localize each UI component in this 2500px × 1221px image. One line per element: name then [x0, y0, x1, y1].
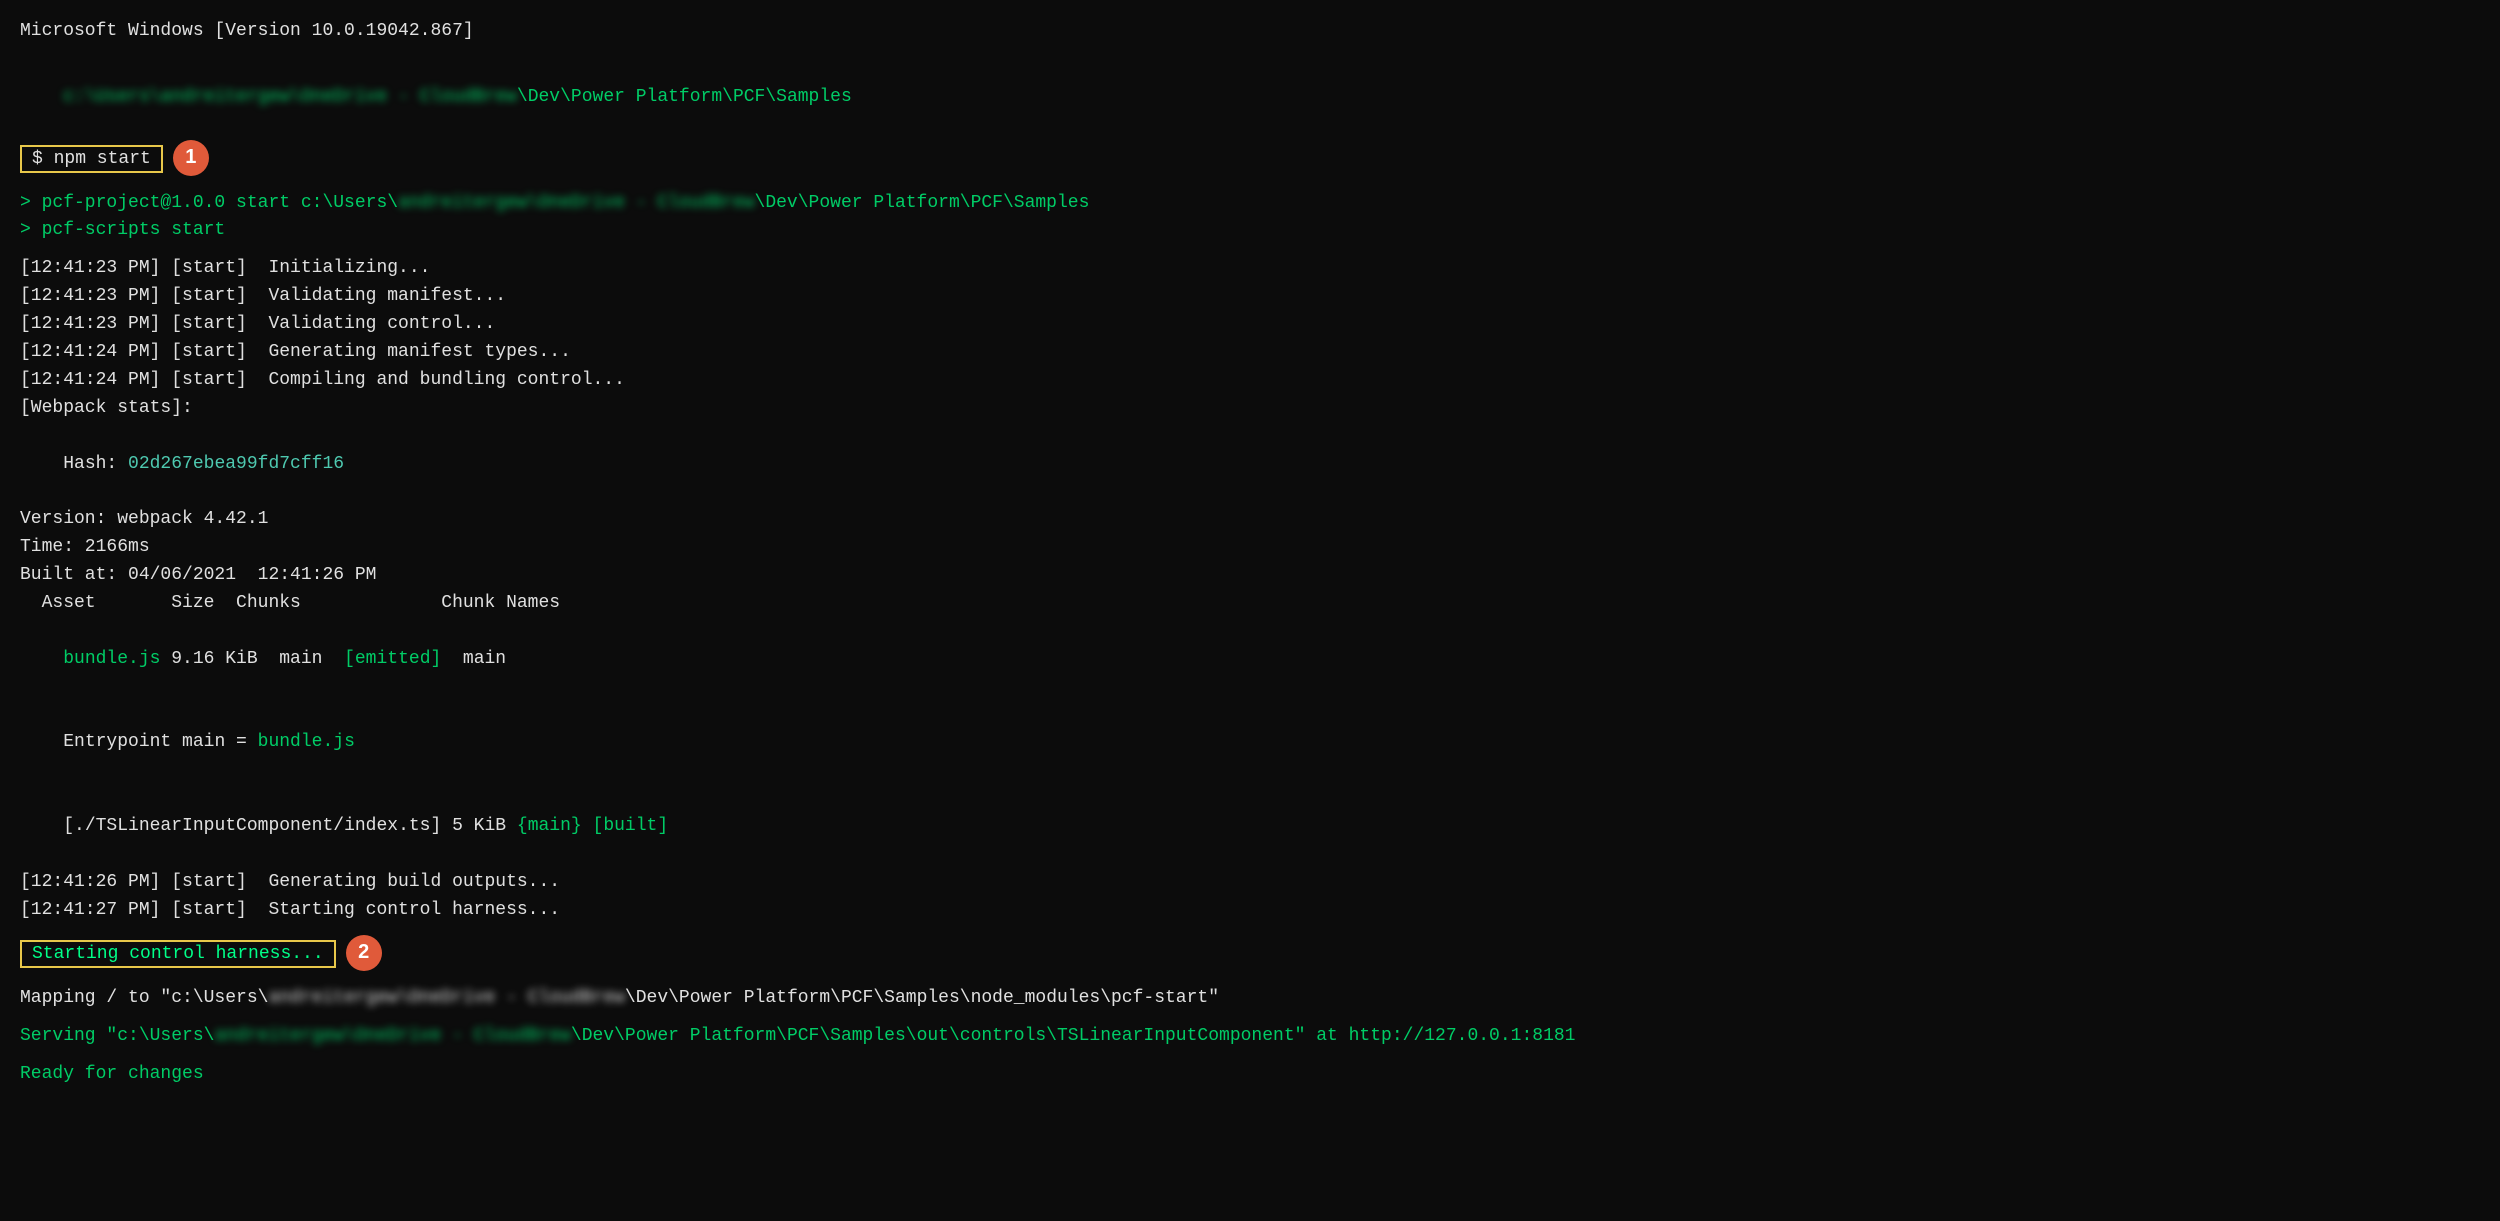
harness-row: Starting control harness... 2: [20, 937, 2480, 973]
ts-built: [built]: [593, 816, 669, 836]
ts-main: {main}: [517, 816, 582, 836]
version-line: Version: webpack 4.42.1: [20, 506, 2480, 534]
harness-box: Starting control harness...: [20, 940, 336, 968]
serving-line: Serving "c:\Users\andreitergew\OneDrive …: [20, 1023, 2480, 1051]
log-manifest-types: [12:41:24 PM] [start] Generating manifes…: [20, 339, 2480, 367]
path-suffix: \Dev\Power Platform\PCF\Samples: [517, 87, 852, 107]
user-blurred-1: andreitergew\OneDrive - CloudBrew: [398, 193, 754, 213]
time-line: Time: 2166ms: [20, 534, 2480, 562]
ready-line: Ready for changes: [20, 1061, 2480, 1089]
ts-line: [./TSLinearInputComponent/index.ts] 5 Ki…: [20, 785, 2480, 869]
harness-text: Starting control harness...: [32, 944, 324, 964]
log-manifest: [12:41:23 PM] [start] Validating manifes…: [20, 283, 2480, 311]
log-compiling: [12:41:24 PM] [start] Compiling and bund…: [20, 367, 2480, 395]
hash-value: 02d267ebea99fd7cff16: [128, 454, 344, 474]
bundle-size: 9.16 KiB: [160, 649, 257, 669]
log-control: [12:41:23 PM] [start] Validating control…: [20, 311, 2480, 339]
badge-1: 1: [173, 140, 209, 176]
user-blurred-3: andreitergew\OneDrive - CloudBrew: [214, 1026, 570, 1046]
path-blurred: c:\Users\andreitergew\OneDrive - CloudBr…: [63, 87, 517, 107]
bundle-js-name: bundle.js: [63, 649, 160, 669]
user-blurred-2: andreitergew\OneDrive - CloudBrew: [268, 988, 624, 1008]
log-starting-harness: [12:41:27 PM] [start] Starting control h…: [20, 897, 2480, 925]
log-build-outputs: [12:41:26 PM] [start] Generating build o…: [20, 869, 2480, 897]
windows-version: Microsoft Windows [Version 10.0.19042.86…: [20, 18, 2480, 46]
bundle-line: bundle.js 9.16 KiB main [emitted] main: [20, 618, 2480, 702]
entrypoint-line: Entrypoint main = bundle.js: [20, 702, 2480, 786]
entrypoint-bundle: bundle.js: [258, 732, 355, 752]
table-header: Asset Size Chunks Chunk Names: [20, 590, 2480, 618]
ts-prefix: [./TSLinearInputComponent/index.ts]: [63, 816, 441, 836]
log-init: [12:41:23 PM] [start] Initializing...: [20, 255, 2480, 283]
ts-size: 5 KiB: [441, 816, 517, 836]
bundle-main: main: [258, 649, 323, 669]
script-line-2: > pcf-scripts start: [20, 217, 2480, 245]
command-row: $ npm start 1: [20, 142, 2480, 178]
bundle-chunk-name: main: [441, 649, 506, 669]
badge-2: 2: [346, 935, 382, 971]
built-at-line: Built at: 04/06/2021 12:41:26 PM: [20, 562, 2480, 590]
npm-start-box: $ npm start: [20, 145, 163, 173]
webpack-stats-label: [Webpack stats]:: [20, 395, 2480, 423]
ts-space: [582, 816, 593, 836]
hash-line: Hash: 02d267ebea99fd7cff16: [20, 423, 2480, 507]
hash-label: Hash:: [63, 454, 128, 474]
npm-start-command: $ npm start: [32, 149, 151, 169]
space1: [322, 649, 344, 669]
path-line: c:\Users\andreitergew\OneDrive - CloudBr…: [20, 56, 2480, 140]
emitted-label: [emitted]: [344, 649, 441, 669]
terminal-window: Microsoft Windows [Version 10.0.19042.86…: [20, 18, 2480, 1088]
script-line-1: > pcf-project@1.0.0 start c:\Users\andre…: [20, 190, 2480, 218]
mapping-line: Mapping / to "c:\Users\andreitergew\OneD…: [20, 985, 2480, 1013]
entrypoint-text: Entrypoint main =: [63, 732, 257, 752]
